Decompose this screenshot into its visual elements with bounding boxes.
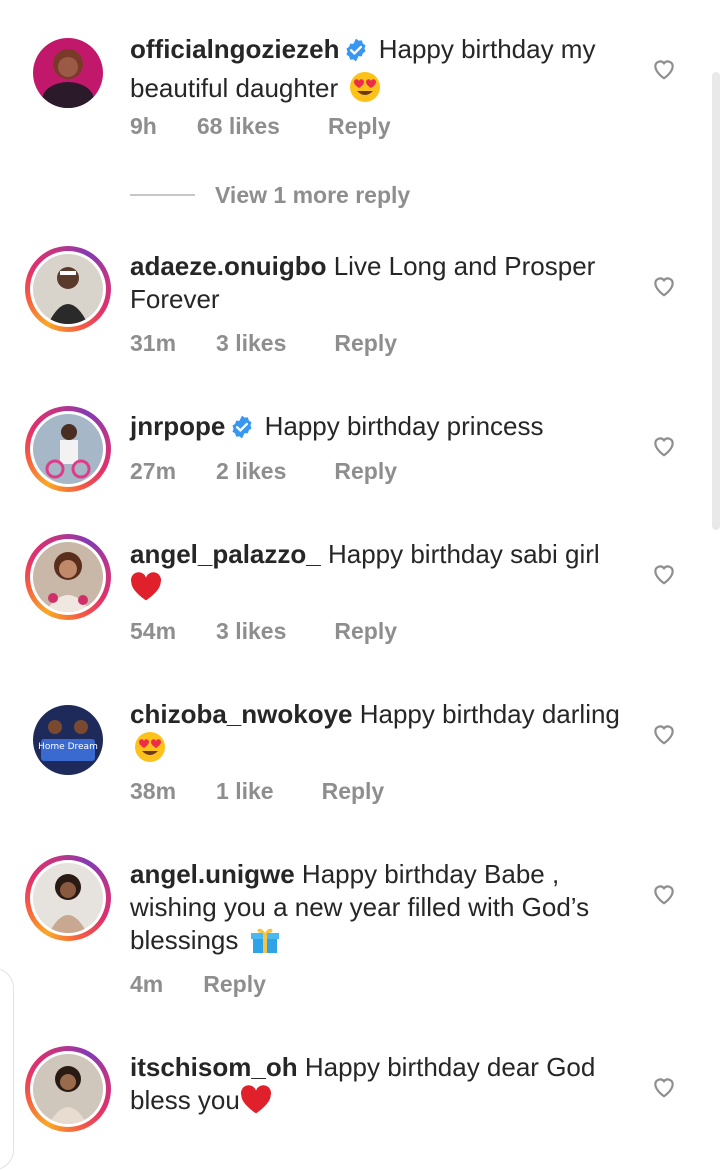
heart-eyes-emoji-icon — [349, 71, 381, 111]
verified-badge-icon — [229, 414, 255, 448]
comment-likes[interactable]: 3 likes — [216, 618, 286, 645]
verified-badge-icon — [343, 37, 369, 71]
comment-time: 31m — [130, 330, 177, 356]
avatar[interactable] — [25, 406, 111, 492]
comment-time: 38m — [130, 778, 177, 804]
red-heart-emoji-icon — [240, 1085, 272, 1123]
reply-button[interactable]: Reply — [334, 330, 397, 357]
comment-username[interactable]: jnrpope — [130, 411, 225, 441]
comment-time: 54m — [130, 618, 177, 644]
comment-body: Happy birthday princess — [264, 411, 544, 441]
comment-username[interactable]: angel.unigwe — [130, 859, 295, 889]
comment-text: jnrpope Happy birthday princess — [130, 410, 630, 448]
reply-button[interactable]: Reply — [203, 971, 266, 998]
red-heart-emoji-icon — [130, 572, 162, 610]
avatar[interactable] — [25, 246, 111, 332]
avatar[interactable] — [25, 1046, 111, 1132]
comment-body: Happy birthday darling — [359, 699, 620, 729]
reply-button[interactable]: Reply — [328, 113, 391, 140]
reply-button[interactable]: Reply — [334, 618, 397, 645]
comment-time: 4m — [130, 971, 164, 997]
avatar[interactable] — [25, 855, 111, 941]
comment-text: chizoba_nwokoye Happy birthday darling — [130, 698, 630, 771]
comment-username[interactable]: itschisom_oh — [130, 1052, 298, 1082]
comment-text: itschisom_oh Happy birthday dear God ble… — [130, 1051, 630, 1123]
comment-meta: 9h 68 likes Reply — [130, 113, 391, 140]
comment-meta: 31m 3 likes Reply — [130, 330, 397, 357]
like-heart-icon[interactable] — [651, 273, 677, 299]
like-heart-icon[interactable] — [651, 721, 677, 747]
comment-likes[interactable]: 68 likes — [197, 113, 280, 140]
comment-time: 27m — [130, 458, 177, 484]
comment-text: adaeze.onuigbo Live Long and Prosper For… — [130, 250, 630, 316]
gift-emoji-icon — [250, 925, 280, 963]
like-heart-icon[interactable] — [651, 433, 677, 459]
comment-username[interactable]: chizoba_nwokoye — [130, 699, 353, 729]
view-more-replies[interactable]: View 1 more reply — [130, 180, 410, 210]
like-heart-icon[interactable] — [651, 881, 677, 907]
comment-text: angel.unigwe Happy birthday Babe , wishi… — [130, 858, 630, 963]
avatar-title-text: Home Dream — [38, 742, 98, 752]
scrollbar[interactable] — [712, 72, 720, 530]
avatar[interactable] — [25, 30, 111, 116]
comment-username[interactable]: officialngoziezeh — [130, 34, 339, 64]
comment-body: Happy birthday sabi girl — [327, 539, 600, 569]
comment-meta: 54m 3 likes Reply — [130, 618, 397, 645]
comment-likes[interactable]: 2 likes — [216, 458, 286, 485]
view-more-replies-label[interactable]: View 1 more reply — [215, 182, 410, 209]
like-heart-icon[interactable] — [651, 56, 677, 82]
comment-username[interactable]: angel_palazzo_ — [130, 539, 321, 569]
comment-likes[interactable]: 3 likes — [216, 330, 286, 357]
like-heart-icon[interactable] — [651, 1074, 677, 1100]
like-heart-icon[interactable] — [651, 561, 677, 587]
floating-panel-edge — [0, 968, 14, 1170]
comment-time: 9h — [130, 113, 157, 139]
comment-meta: 38m 1 like Reply — [130, 778, 384, 805]
comment-likes[interactable]: 1 like — [216, 778, 274, 805]
heart-eyes-emoji-icon — [134, 731, 166, 771]
comment-username[interactable]: adaeze.onuigbo — [130, 251, 326, 281]
comment-text: officialngoziezeh Happy birthday my beau… — [130, 33, 630, 111]
avatar[interactable]: Home Dream — [25, 697, 111, 783]
comment-meta: 27m 2 likes Reply — [130, 458, 397, 485]
comment-meta: 4m Reply — [130, 971, 266, 998]
reply-button[interactable]: Reply — [334, 458, 397, 485]
reply-button[interactable]: Reply — [322, 778, 385, 805]
avatar[interactable] — [25, 534, 111, 620]
comment-text: angel_palazzo_ Happy birthday sabi girl — [130, 538, 630, 610]
